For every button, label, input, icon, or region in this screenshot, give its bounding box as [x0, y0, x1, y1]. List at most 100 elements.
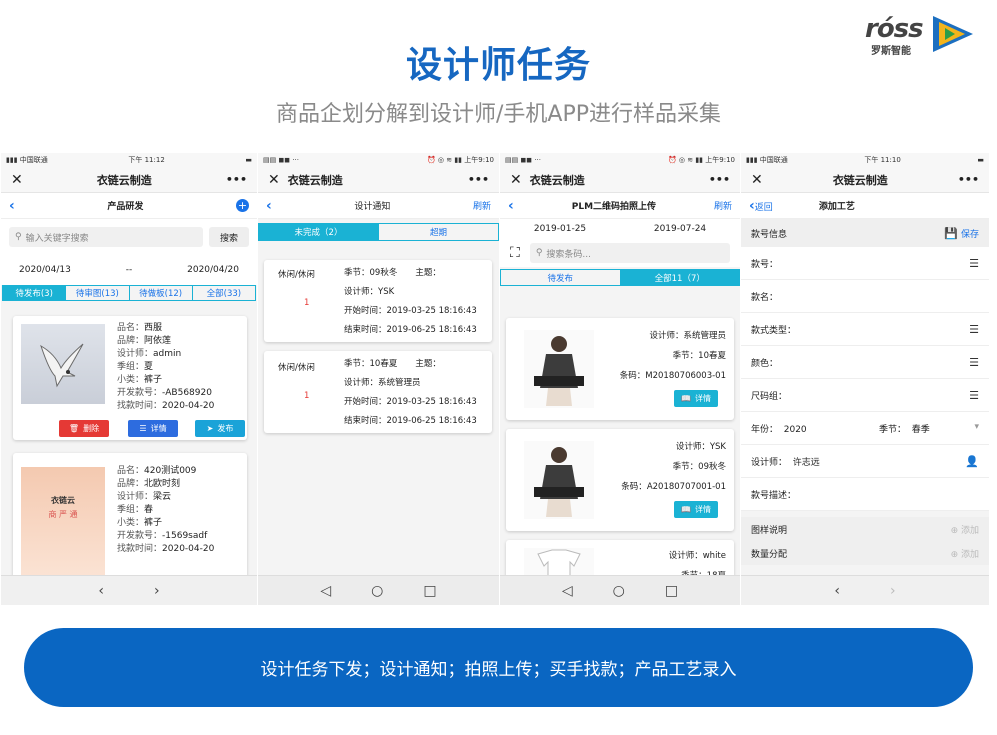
- nav-recent-icon[interactable]: □: [423, 583, 436, 599]
- list-icon[interactable]: ☰: [969, 323, 979, 336]
- refresh-link[interactable]: 刷新: [473, 199, 491, 212]
- add-icon[interactable]: +: [235, 199, 249, 212]
- signal-icon: ▮▮▮: [6, 156, 18, 164]
- notice-info: 季节：10春夏 主题： 设计师：系统管理员 开始时间：2019-03-25 18:…: [344, 359, 477, 426]
- close-icon[interactable]: ✕: [11, 172, 23, 188]
- photo-info: 设计师：系统管理员 季节：10春夏 条码：M20180706003-01: [619, 331, 726, 381]
- nav-back-triangle-icon[interactable]: ◁: [562, 583, 573, 599]
- detail-button[interactable]: 📖 详情: [674, 501, 718, 518]
- sub-title: 产品研发: [107, 202, 144, 212]
- list-icon: ☰: [139, 424, 147, 433]
- notice-count: 1: [304, 391, 310, 401]
- nav-back-icon[interactable]: ‹: [98, 583, 104, 599]
- close-icon[interactable]: ✕: [751, 172, 763, 188]
- notice-card[interactable]: 休闲/休闲 1 季节：09秋冬 主题： 设计师：YSK 开始时间：2019-03-…: [264, 260, 492, 342]
- more-icon[interactable]: •••: [468, 173, 489, 186]
- date-range: 2019-01-25 2019-07-24: [500, 219, 740, 239]
- product-info: 品名：420测试009 品牌：北欧时刻 设计师：梁云 季组：春 小类：裤子 开发…: [117, 466, 215, 554]
- search-button[interactable]: 搜索: [209, 227, 249, 247]
- notice-tabs: 未完成（2） 超期: [258, 223, 499, 241]
- more-icon[interactable]: •••: [709, 173, 730, 186]
- chevron-down-icon: ▾: [974, 421, 979, 432]
- date-from[interactable]: 2019-01-25: [534, 224, 586, 234]
- tab-all[interactable]: 全部(33): [193, 286, 255, 300]
- date-range: 2020/04/13 -- 2020/04/20: [1, 255, 257, 285]
- nav-forward-icon[interactable]: ›: [890, 583, 896, 599]
- list-item[interactable]: 品名：西服 品牌：阿依莲 设计师：admin 季组：夏 小类：裤子 开发款号：-…: [13, 316, 247, 440]
- list-icon[interactable]: ☰: [969, 389, 979, 402]
- field-style-type[interactable]: 款式类型： ☰: [741, 313, 989, 346]
- status-bar: ▤▤ ◼◼ ··· ⏰ ◎ ≋ ▮▮ 上午9:10: [500, 153, 740, 167]
- nav-recent-icon[interactable]: □: [665, 583, 678, 599]
- tab-pending-publish[interactable]: 待发布(3): [3, 286, 67, 300]
- add-pattern-button[interactable]: ⊕ 添加: [951, 523, 979, 536]
- tab-pending-review[interactable]: 待审图(13): [66, 286, 130, 300]
- nav-forward-icon[interactable]: ›: [154, 583, 160, 599]
- add-quantity-button[interactable]: ⊕ 添加: [951, 547, 979, 560]
- tab-pending-publish[interactable]: 待发布: [501, 270, 621, 285]
- nav-back-triangle-icon[interactable]: ◁: [320, 583, 331, 599]
- field-season[interactable]: 季节： 春季 ▾: [879, 422, 979, 435]
- date-to[interactable]: 2020/04/20: [187, 265, 239, 275]
- signal-icon: ⏰ ◎ ≋ ▮▮: [667, 156, 704, 164]
- sub-title: 添加工艺: [818, 202, 855, 212]
- photo-card[interactable]: 设计师：YSK 季节：09秋冬 条码：A20180707001-01 📖 详情: [506, 429, 734, 531]
- back-icon[interactable]: ‹: [508, 198, 514, 214]
- date-from[interactable]: 2020/04/13: [19, 265, 71, 275]
- section-quantity-alloc: 数量分配 ⊕ 添加: [741, 541, 989, 565]
- field-year[interactable]: 年份： 2020: [751, 422, 807, 435]
- dev-style-no: -1569sadf: [162, 531, 208, 541]
- field-style-name[interactable]: 款名：: [741, 280, 989, 313]
- save-button[interactable]: 💾 保存: [944, 227, 979, 240]
- list-icon[interactable]: ☰: [969, 257, 979, 270]
- theme-label: 主题：: [415, 359, 441, 369]
- back-link[interactable]: ‹返回: [749, 198, 773, 214]
- barcode: M20180706003-01: [645, 371, 726, 381]
- refresh-link[interactable]: 刷新: [714, 199, 732, 212]
- more-icon[interactable]: •••: [958, 173, 979, 186]
- back-icon[interactable]: ‹: [266, 198, 272, 214]
- field-size-group[interactable]: 尺码组： ☰: [741, 379, 989, 412]
- person-icon[interactable]: 👤: [965, 455, 979, 468]
- find-time: 2020-04-20: [162, 544, 215, 554]
- field-designer[interactable]: 设计师： 许志远 👤: [741, 445, 989, 478]
- back-icon[interactable]: ‹: [9, 198, 15, 214]
- search-input[interactable]: ⚲ 输入关键字搜索: [9, 227, 203, 247]
- product-image: 衣链云 商 严 通: [21, 467, 105, 577]
- tab-pending-sample[interactable]: 待做板(12): [130, 286, 193, 300]
- designer: 系统管理员: [683, 331, 726, 341]
- barcode-search-input[interactable]: ⚲ 搜索条码...: [529, 243, 730, 263]
- nav-home-icon[interactable]: ○: [613, 583, 625, 599]
- app-header: ✕ 衣链云制造 •••: [500, 167, 740, 193]
- close-icon[interactable]: ✕: [268, 172, 280, 188]
- tab-unfinished[interactable]: 未完成（2）: [259, 224, 379, 240]
- tab-all[interactable]: 全部11（7）: [620, 270, 739, 285]
- photo-card[interactable]: 设计师：系统管理员 季节：10春夏 条码：M20180706003-01 📖 详情: [506, 318, 734, 420]
- scan-icon[interactable]: ⛶: [510, 245, 520, 261]
- detail-button[interactable]: 📖 详情: [674, 390, 718, 407]
- app-header: ✕ 衣链云制造 •••: [741, 167, 989, 193]
- nav-back-icon[interactable]: ‹: [834, 583, 840, 599]
- field-color[interactable]: 颜色： ☰: [741, 346, 989, 379]
- more-icon[interactable]: •••: [226, 173, 247, 186]
- delete-button[interactable]: 🗑 删除: [59, 420, 109, 437]
- brand: 阿依莲: [144, 336, 172, 346]
- close-icon[interactable]: ✕: [510, 172, 522, 188]
- list-item[interactable]: 衣链云 商 严 通 品名：420测试009 品牌：北欧时刻 设计师：梁云 季组：…: [13, 453, 247, 583]
- summary-banner: 设计任务下发；设计通知；拍照上传；买手找款；产品工艺录入: [24, 628, 973, 707]
- save-icon: 💾: [944, 226, 959, 240]
- nav-home-icon[interactable]: ○: [371, 583, 383, 599]
- notice-type: 休闲/休闲: [278, 270, 315, 280]
- notice-card[interactable]: 休闲/休闲 1 季节：10春夏 主题： 设计师：系统管理员 开始时间：2019-0…: [264, 351, 492, 433]
- field-style-desc[interactable]: 款号描述：: [741, 478, 989, 511]
- publish-button[interactable]: ➤ 发布: [195, 420, 245, 437]
- detail-button[interactable]: ☰ 详情: [128, 420, 178, 437]
- designer: admin: [153, 349, 182, 359]
- list-icon[interactable]: ☰: [969, 356, 979, 369]
- tab-overdue[interactable]: 超期: [379, 224, 498, 240]
- carrier-icons: ▤▤ ◼◼ ···: [263, 156, 299, 164]
- date-to[interactable]: 2019-07-24: [654, 224, 706, 234]
- search-icon: ⚲: [535, 248, 543, 258]
- field-style-no[interactable]: 款号： ☰: [741, 247, 989, 280]
- poster-subtitle: 商 严 通: [48, 510, 78, 519]
